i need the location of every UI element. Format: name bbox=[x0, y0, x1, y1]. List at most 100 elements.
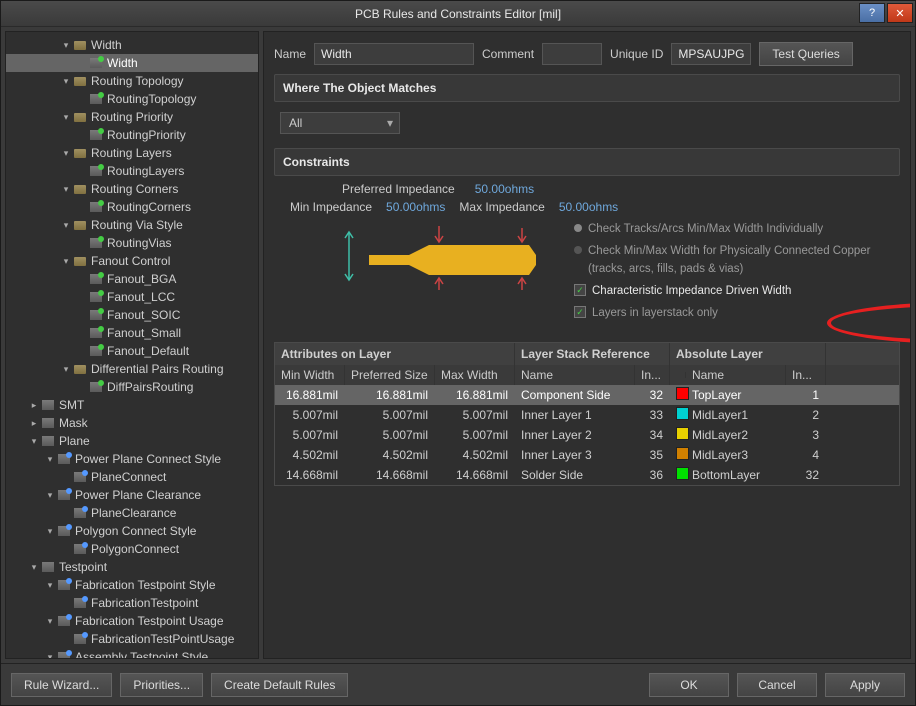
expand-arrow-icon[interactable]: ▾ bbox=[60, 184, 72, 195]
expand-arrow-icon[interactable]: ▾ bbox=[60, 112, 72, 123]
name-field[interactable] bbox=[314, 43, 474, 65]
grid-column-header[interactable]: Min Width bbox=[275, 365, 345, 385]
tree-item[interactable]: ▾Width bbox=[6, 36, 258, 54]
preferred-impedance-value[interactable]: 50.00ohms bbox=[475, 182, 534, 196]
tree-item[interactable]: FabricationTestPointUsage bbox=[6, 630, 258, 648]
expand-arrow-icon[interactable]: ▾ bbox=[44, 454, 56, 465]
tree-item[interactable]: ▾ Routing Corners bbox=[6, 180, 258, 198]
cancel-button[interactable]: Cancel bbox=[737, 673, 817, 697]
expand-arrow-icon[interactable]: ▾ bbox=[60, 40, 72, 51]
tree-item[interactable]: RoutingVias bbox=[6, 234, 258, 252]
tree-item[interactable]: ▸SMT bbox=[6, 396, 258, 414]
check-impedance-driven[interactable]: Characteristic Impedance Driven Width bbox=[592, 282, 791, 300]
table-row[interactable]: 5.007mil5.007mil5.007milInner Layer 234M… bbox=[275, 425, 899, 445]
grid-column-header[interactable]: In... bbox=[635, 365, 670, 385]
rule-wizard-button[interactable]: Rule Wizard... bbox=[11, 673, 112, 697]
grid-column-header[interactable]: In... bbox=[786, 365, 826, 385]
tree-item[interactable]: FabricationTestpoint bbox=[6, 594, 258, 612]
expand-arrow-icon[interactable]: ▾ bbox=[44, 580, 56, 591]
tree-item[interactable]: ▸Mask bbox=[6, 414, 258, 432]
close-button[interactable]: ✕ bbox=[887, 3, 913, 23]
tree-item[interactable]: Fanout_Default bbox=[6, 342, 258, 360]
grid-cell: 4 bbox=[786, 446, 826, 464]
tree-item[interactable]: Fanout_LCC bbox=[6, 288, 258, 306]
grid-cell: BottomLayer bbox=[686, 466, 786, 484]
expand-arrow-icon[interactable]: ▾ bbox=[44, 616, 56, 627]
tree-item[interactable]: PlaneClearance bbox=[6, 504, 258, 522]
priorities-button[interactable]: Priorities... bbox=[120, 673, 203, 697]
test-queries-button[interactable]: Test Queries bbox=[759, 42, 852, 66]
tree-item[interactable]: RoutingTopology bbox=[6, 90, 258, 108]
tree-item[interactable]: RoutingCorners bbox=[6, 198, 258, 216]
grid-column-header[interactable]: Name bbox=[515, 365, 635, 385]
rule-icon bbox=[72, 542, 88, 556]
tree-item[interactable]: ▾Power Plane Clearance bbox=[6, 486, 258, 504]
expand-arrow-icon[interactable]: ▾ bbox=[28, 436, 40, 447]
tree-item[interactable]: PolygonConnect bbox=[6, 540, 258, 558]
grid-cell: 14.668mil bbox=[435, 466, 515, 484]
expand-arrow-icon[interactable]: ▾ bbox=[60, 148, 72, 159]
create-default-rules-button[interactable]: Create Default Rules bbox=[211, 673, 348, 697]
tree-item[interactable]: ▾Fabrication Testpoint Style bbox=[6, 576, 258, 594]
radio-icon[interactable] bbox=[574, 224, 582, 232]
layer-attributes-grid[interactable]: Attributes on Layer Layer Stack Referenc… bbox=[274, 342, 900, 486]
tree-item[interactable]: RoutingPriority bbox=[6, 126, 258, 144]
grid-column-header[interactable] bbox=[670, 372, 686, 378]
tree-item[interactable]: Fanout_BGA bbox=[6, 270, 258, 288]
max-impedance-value[interactable]: 50.00ohms bbox=[559, 200, 618, 214]
table-row[interactable]: 14.668mil14.668mil14.668milSolder Side36… bbox=[275, 465, 899, 485]
tree-item-label: Routing Corners bbox=[91, 182, 178, 196]
grid-column-header[interactable]: Name bbox=[686, 365, 786, 385]
apply-button[interactable]: Apply bbox=[825, 673, 905, 697]
expand-arrow-icon[interactable]: ▸ bbox=[28, 418, 40, 429]
tree-item[interactable]: ▾Routing Priority bbox=[6, 108, 258, 126]
comment-field[interactable] bbox=[542, 43, 602, 65]
table-row[interactable]: 16.881mil16.881mil16.881milComponent Sid… bbox=[275, 385, 899, 405]
tree-item[interactable]: Fanout_Small bbox=[6, 324, 258, 342]
tree-item[interactable]: ▾Power Plane Connect Style bbox=[6, 450, 258, 468]
tree-item[interactable]: ▾Plane bbox=[6, 432, 258, 450]
tree-item[interactable]: ▾Fabrication Testpoint Usage bbox=[6, 612, 258, 630]
rule-icon bbox=[56, 488, 72, 502]
tree-item[interactable]: ▾Polygon Connect Style bbox=[6, 522, 258, 540]
tree-item[interactable]: ▾Assembly Testpoint Style bbox=[6, 648, 258, 659]
tree-item[interactable]: DiffPairsRouting bbox=[6, 378, 258, 396]
expand-arrow-icon[interactable]: ▾ bbox=[60, 220, 72, 231]
checkbox-icon[interactable]: ✓ bbox=[574, 306, 586, 318]
tree-item[interactable]: PlaneConnect bbox=[6, 468, 258, 486]
radio-icon[interactable] bbox=[574, 246, 582, 254]
grid-column-header[interactable]: Preferred Size bbox=[345, 365, 435, 385]
expand-arrow-icon[interactable]: ▸ bbox=[28, 400, 40, 411]
tree-item[interactable]: ▾Fanout Control bbox=[6, 252, 258, 270]
tree-item[interactable]: ▾Routing Layers bbox=[6, 144, 258, 162]
rule-tree[interactable]: ▾WidthWidth▾Routing TopologyRoutingTopol… bbox=[5, 31, 259, 659]
check-individual[interactable]: Check Tracks/Arcs Min/Max Width Individu… bbox=[588, 220, 823, 238]
tree-item[interactable]: RoutingLayers bbox=[6, 162, 258, 180]
expand-arrow-icon[interactable]: ▾ bbox=[60, 256, 72, 267]
expand-arrow-icon[interactable]: ▾ bbox=[28, 562, 40, 573]
help-button[interactable]: ? bbox=[859, 3, 885, 23]
tree-item[interactable]: ▾Testpoint bbox=[6, 558, 258, 576]
match-scope-dropdown[interactable]: All bbox=[280, 112, 400, 134]
constraints-section-header: Constraints bbox=[274, 148, 900, 176]
expand-arrow-icon[interactable]: ▾ bbox=[44, 526, 56, 537]
tree-item[interactable]: ▾Routing Topology bbox=[6, 72, 258, 90]
tree-item[interactable]: Width bbox=[6, 54, 258, 72]
expand-arrow-icon[interactable]: ▾ bbox=[60, 364, 72, 375]
grid-column-header[interactable]: Max Width bbox=[435, 365, 515, 385]
ok-button[interactable]: OK bbox=[649, 673, 729, 697]
expand-arrow-icon[interactable]: ▾ bbox=[44, 652, 56, 660]
uniqueid-field[interactable] bbox=[671, 43, 751, 65]
tree-item[interactable]: ▾Routing Via Style bbox=[6, 216, 258, 234]
check-layerstack-only[interactable]: Layers in layerstack only bbox=[592, 304, 718, 322]
expand-arrow-icon[interactable]: ▾ bbox=[44, 490, 56, 501]
checkbox-icon[interactable]: ✓ bbox=[574, 284, 586, 296]
tree-item[interactable]: Fanout_SOIC bbox=[6, 306, 258, 324]
tree-item[interactable]: ▾Differential Pairs Routing bbox=[6, 360, 258, 378]
table-row[interactable]: 4.502mil4.502mil4.502milInner Layer 335M… bbox=[275, 445, 899, 465]
check-physically-connected[interactable]: Check Min/Max Width for Physically Conne… bbox=[588, 242, 900, 278]
min-impedance-value[interactable]: 50.00ohms bbox=[386, 200, 445, 214]
grid-cell: MidLayer1 bbox=[686, 406, 786, 424]
expand-arrow-icon[interactable]: ▾ bbox=[60, 76, 72, 87]
table-row[interactable]: 5.007mil5.007mil5.007milInner Layer 133M… bbox=[275, 405, 899, 425]
